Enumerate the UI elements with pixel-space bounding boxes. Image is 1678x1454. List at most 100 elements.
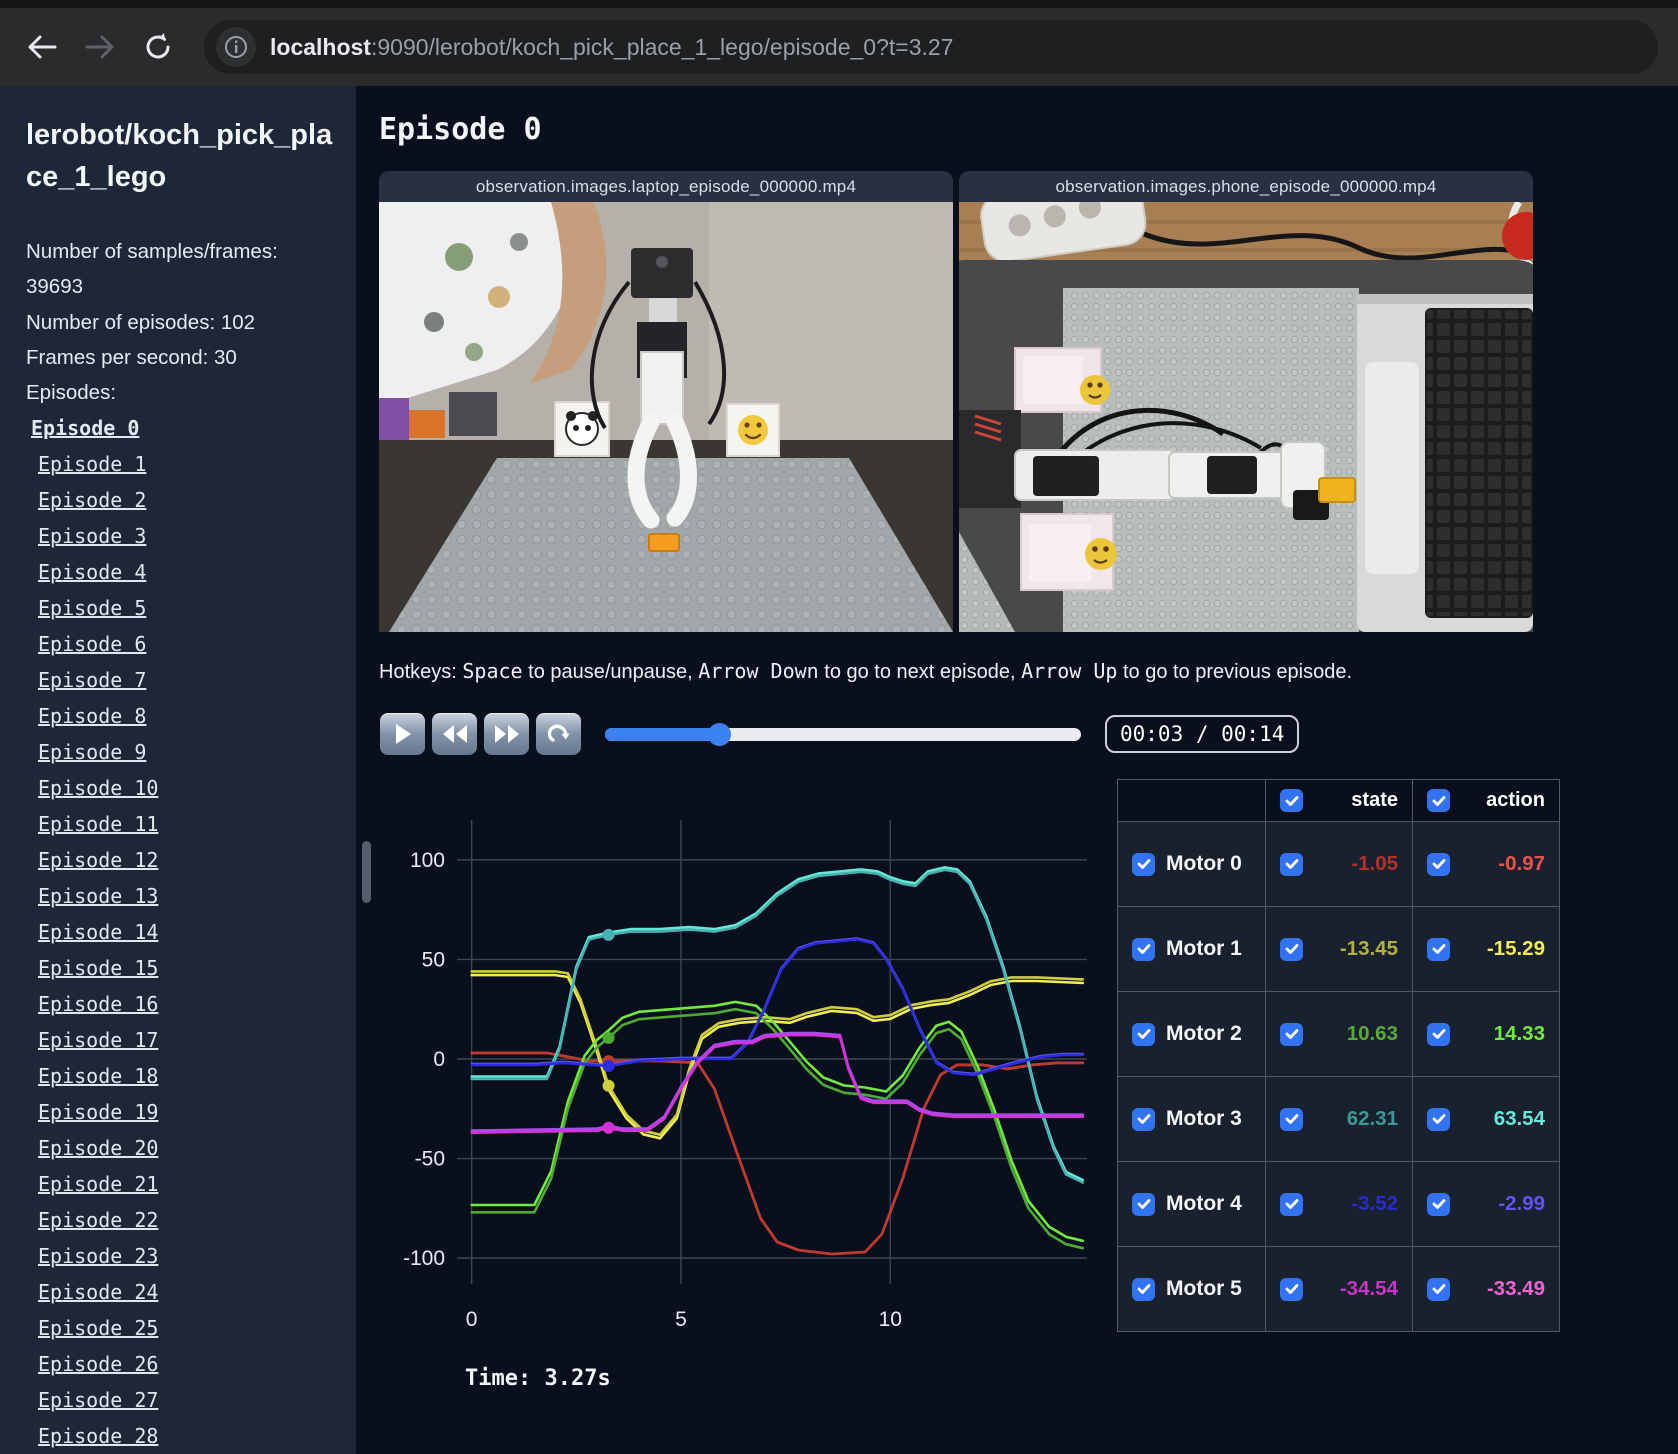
playback-controls: 00:03 / 00:14 [379, 709, 1678, 759]
sidebar-episode-link[interactable]: Episode 26 [38, 1352, 338, 1376]
svg-text:-50: -50 [415, 1148, 445, 1171]
motor-state-checkbox[interactable] [1280, 937, 1303, 961]
motor-table: state action Motor 0 -1.05 -0.97 Motor 1 -13… [1117, 779, 1560, 1332]
motor-row-checkbox[interactable] [1132, 1107, 1155, 1131]
state-column-label: state [1351, 789, 1398, 811]
sidebar-episode-link[interactable]: Episode 7 [38, 668, 338, 692]
svg-text:-100: -100 [403, 1247, 445, 1270]
motor-state-checkbox[interactable] [1280, 1192, 1303, 1216]
motor-row-checkbox[interactable] [1132, 1022, 1155, 1046]
main-content: Episode 0 observation.images.laptop_epis… [357, 86, 1678, 1454]
motor-row-checkbox[interactable] [1132, 1277, 1155, 1301]
seek-slider[interactable] [605, 722, 1081, 746]
sidebar-episode-link[interactable]: Episode 0 [31, 416, 338, 440]
sidebar-episode-link[interactable]: Episode 19 [38, 1100, 338, 1124]
motor-row-checkbox[interactable] [1132, 937, 1155, 961]
browser-toolbar: localhost:9090/lerobot/koch_pick_place_1… [0, 8, 1678, 86]
motor-label-cell: Motor 2 [1117, 991, 1266, 1077]
sidebar-episode-link[interactable]: Episode 1 [38, 452, 338, 476]
motor-state-checkbox[interactable] [1280, 852, 1303, 876]
motor-label-cell: Motor 1 [1117, 906, 1266, 992]
motor-action-checkbox[interactable] [1427, 852, 1450, 876]
action-column-checkbox[interactable] [1427, 789, 1450, 812]
info-circle-icon [225, 36, 247, 58]
sidebar-episode-link[interactable]: Episode 25 [38, 1316, 338, 1340]
seek-slider-thumb[interactable] [708, 722, 732, 746]
motor-action-checkbox[interactable] [1427, 1277, 1450, 1301]
sidebar-episode-link[interactable]: Episode 28 [38, 1424, 338, 1448]
sidebar-episode-link[interactable]: Episode 5 [38, 596, 338, 620]
motor-label: Motor 4 [1166, 1192, 1242, 1215]
reload-icon [146, 33, 170, 59]
laptop-video[interactable] [379, 202, 953, 632]
sidebar-episode-link[interactable]: Episode 14 [38, 920, 338, 944]
scrollbar-thumb[interactable] [362, 841, 371, 903]
forward-button[interactable] [78, 25, 122, 69]
motor-action-checkbox[interactable] [1427, 1107, 1450, 1131]
video-title-laptop: observation.images.laptop_episode_000000… [379, 171, 953, 202]
url-text: localhost:9090/lerobot/koch_pick_place_1… [270, 34, 953, 61]
motor-label-cell: Motor 0 [1117, 821, 1266, 907]
sidebar-episode-link[interactable]: Episode 6 [38, 632, 338, 656]
sidebar-episode-link[interactable]: Episode 22 [38, 1208, 338, 1232]
loop-button[interactable] [535, 712, 582, 756]
motor-action-value: -2.99 [1498, 1192, 1545, 1215]
dataset-title: lerobot/koch_pick_place_1_lego [26, 119, 333, 194]
sidebar-episode-link[interactable]: Episode 4 [38, 560, 338, 584]
motor-label-cell: Motor 3 [1117, 1076, 1266, 1162]
video-panel-laptop: observation.images.laptop_episode_000000… [379, 171, 953, 632]
fast-forward-button[interactable] [483, 712, 530, 756]
play-button[interactable] [379, 712, 426, 756]
motor-chart[interactable]: 100 50 0 -50 -100 0 5 10 [379, 779, 1107, 1339]
motor-state-cell: 10.63 [1265, 991, 1413, 1077]
motor-row-checkbox[interactable] [1132, 1192, 1155, 1216]
sidebar-episode-link[interactable]: Episode 17 [38, 1028, 338, 1052]
rewind-button[interactable] [431, 712, 478, 756]
sidebar-episode-link[interactable]: Episode 21 [38, 1172, 338, 1196]
sidebar-episode-link[interactable]: Episode 20 [38, 1136, 338, 1160]
phone-video[interactable] [959, 202, 1533, 632]
motor-state-checkbox[interactable] [1280, 1277, 1303, 1301]
sidebar-episode-link[interactable]: Episode 2 [38, 488, 338, 512]
motor-row-checkbox[interactable] [1132, 852, 1155, 876]
sidebar-episode-link[interactable]: Episode 8 [38, 704, 338, 728]
sidebar-episode-link[interactable]: Episode 9 [38, 740, 338, 764]
motor-action-value: -33.49 [1486, 1277, 1545, 1300]
motor-action-checkbox[interactable] [1427, 1192, 1450, 1216]
motor-state-checkbox[interactable] [1280, 1022, 1303, 1046]
back-button[interactable] [20, 25, 64, 69]
sidebar-episode-link[interactable]: Episode 13 [38, 884, 338, 908]
sidebar-episode-link[interactable]: Episode 12 [38, 848, 338, 872]
sidebar-episode-link[interactable]: Episode 3 [38, 524, 338, 548]
motor-state-checkbox[interactable] [1280, 1107, 1303, 1131]
site-info-icon[interactable] [216, 27, 256, 67]
sidebar-episode-link[interactable]: Episode 24 [38, 1280, 338, 1304]
motor-state-cell: -3.52 [1265, 1161, 1413, 1247]
header-empty-cell [1117, 779, 1266, 822]
sidebar-episode-link[interactable]: Episode 27 [38, 1388, 338, 1412]
sidebar-episode-link[interactable]: Episode 10 [38, 776, 338, 800]
motor-state-value: -3.52 [1351, 1192, 1398, 1215]
state-column-checkbox[interactable] [1280, 789, 1303, 812]
sidebar-episode-link[interactable]: Episode 15 [38, 956, 338, 980]
sidebar-episode-link[interactable]: Episode 11 [38, 812, 338, 836]
sidebar-episode-link[interactable]: Episode 16 [38, 992, 338, 1016]
video-panel-phone: observation.images.phone_episode_000000.… [959, 171, 1533, 632]
motor-table-header: state action [1117, 779, 1560, 822]
laptop-video-scene [379, 202, 953, 632]
address-bar[interactable]: localhost:9090/lerobot/koch_pick_place_1… [204, 20, 1658, 74]
sidebar: lerobot/koch_pick_place_1_lego Number of… [0, 86, 357, 1454]
sidebar-episode-link[interactable]: Episode 23 [38, 1244, 338, 1268]
sidebar-episode-link[interactable]: Episode 18 [38, 1064, 338, 1088]
motor-action-checkbox[interactable] [1427, 937, 1450, 961]
motor-state-value: 10.63 [1346, 1022, 1398, 1045]
svg-text:10: 10 [879, 1308, 902, 1331]
motor-label: Motor 1 [1166, 937, 1242, 960]
motor-state-value: -13.45 [1339, 937, 1398, 960]
reload-button[interactable] [136, 25, 180, 69]
time-display: 00:03 / 00:14 [1105, 715, 1300, 753]
motor-action-cell: -33.49 [1412, 1246, 1560, 1332]
back-arrow-icon [28, 35, 57, 59]
chart-time-label: Time: 3.27s [465, 1366, 611, 1391]
motor-action-checkbox[interactable] [1427, 1022, 1450, 1046]
